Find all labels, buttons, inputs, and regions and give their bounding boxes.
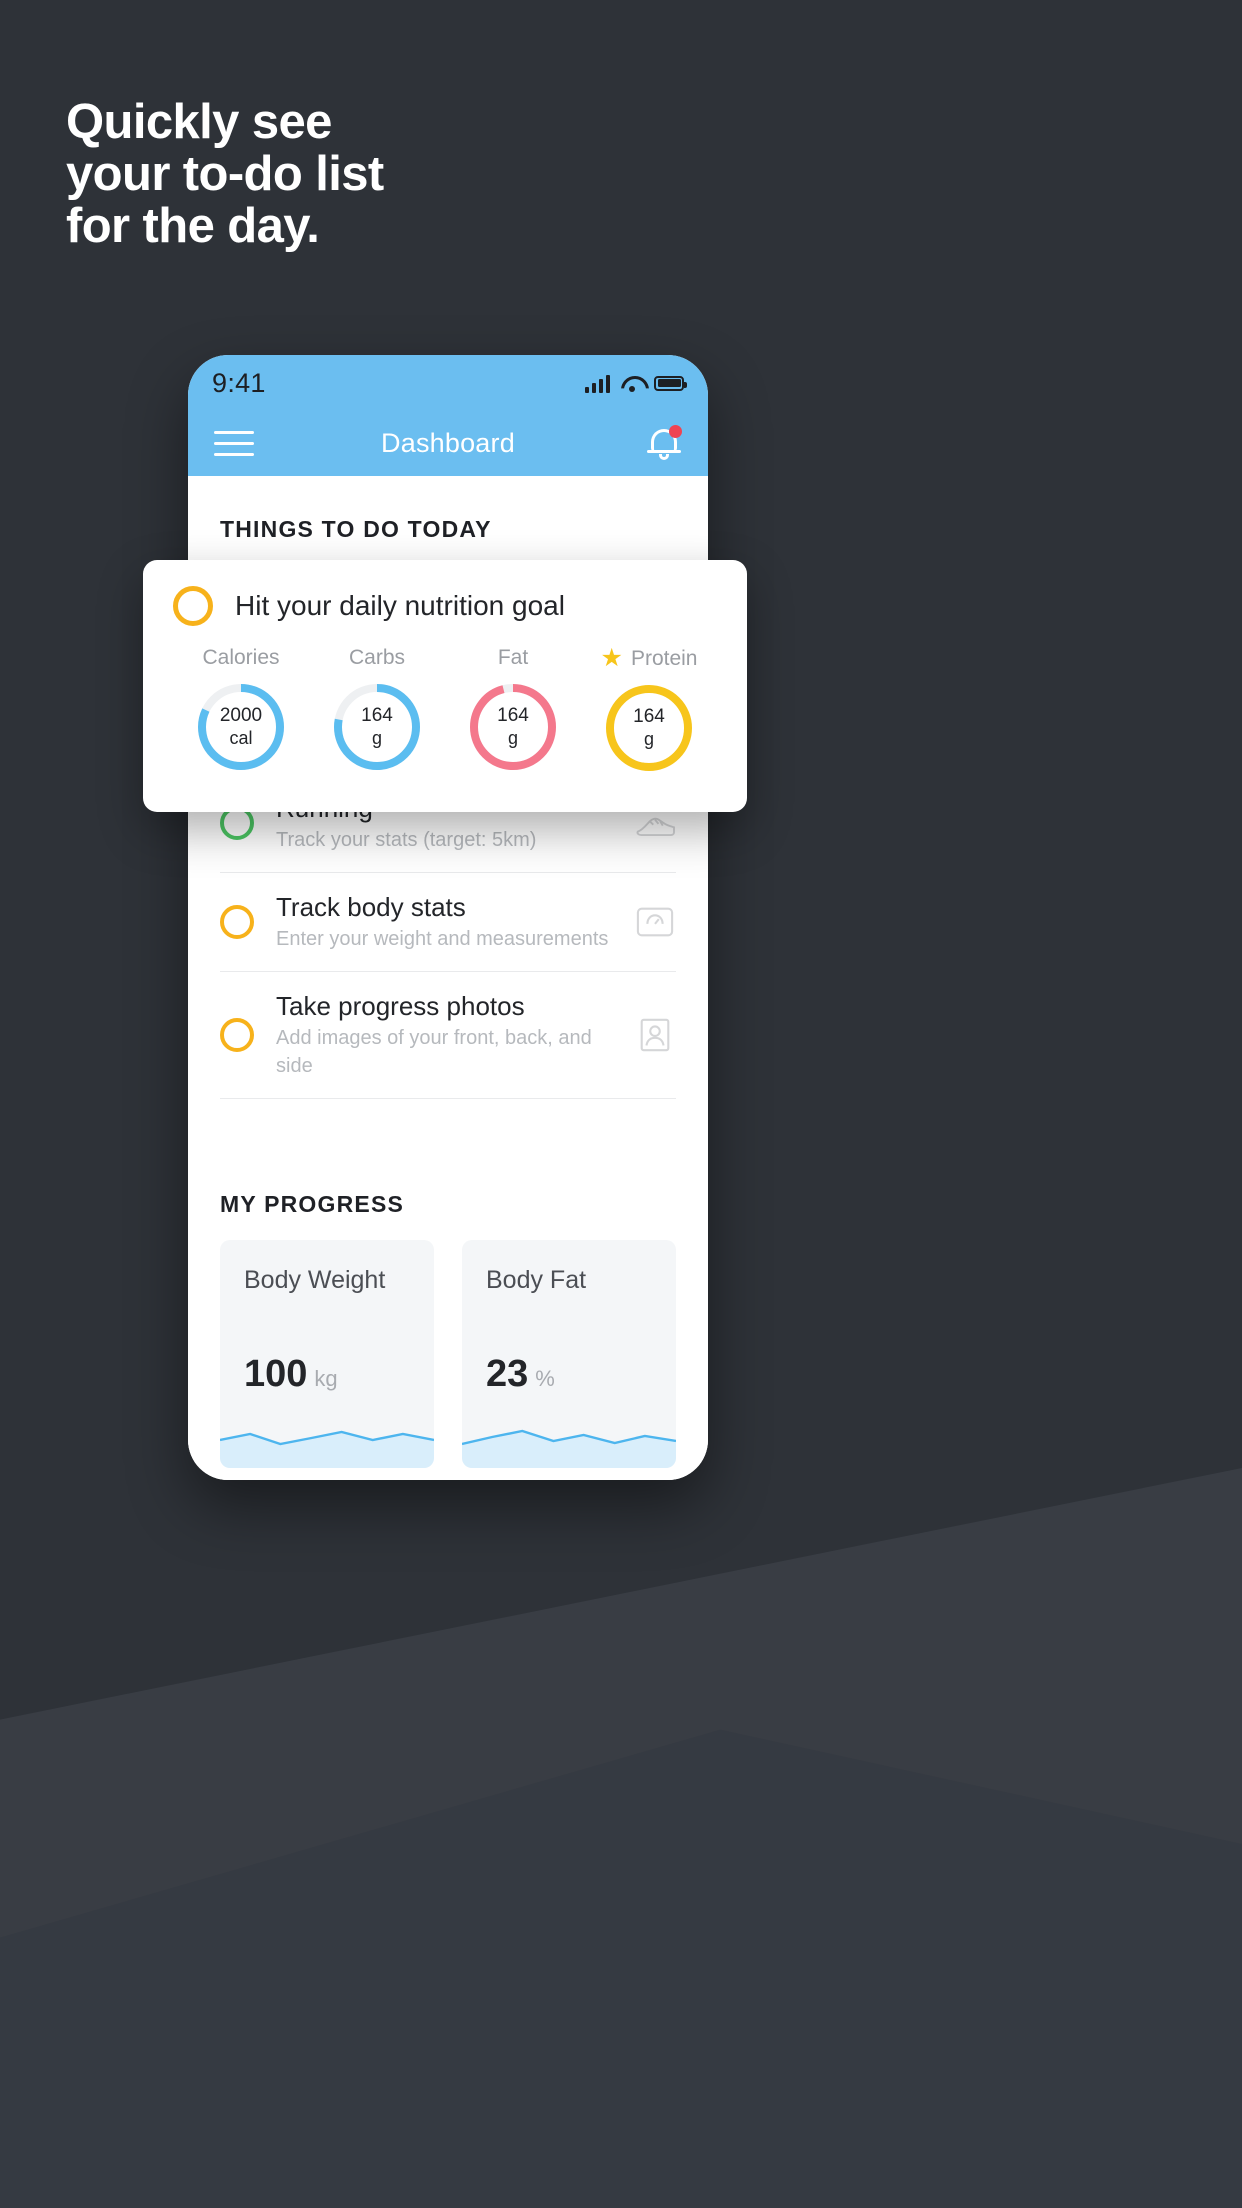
sparkline-chart <box>220 1410 434 1468</box>
macro-label: Calories <box>202 646 279 670</box>
macro-protein[interactable]: ★ Protein 164 g <box>581 646 717 775</box>
card-value: 23% <box>486 1353 555 1396</box>
sparkline-chart <box>462 1410 676 1468</box>
macro-label-text: Fat <box>497 646 529 669</box>
marketing-headline: Quickly see your to-do list for the day. <box>66 96 766 252</box>
macro-label-text: Carbs <box>348 646 406 669</box>
macro-label-text: Protein <box>630 646 698 670</box>
wifi-icon <box>621 375 643 392</box>
macro-value-unit: g <box>643 729 654 749</box>
headline-line-3: for the day. <box>66 199 320 253</box>
task-title: Take progress photos <box>276 991 525 1021</box>
card-title: Body Fat <box>486 1266 587 1294</box>
macro-value: 164 g <box>602 681 696 775</box>
task-subtitle: Enter your weight and measurements <box>276 928 609 950</box>
progress-section: MY PROGRESS Body Weight 100 kg Body Fat … <box>188 1191 708 1480</box>
macro-label: ★ Protein <box>601 646 698 671</box>
nutrition-goal-card[interactable]: Hit your daily nutrition goal Calories 2… <box>143 560 747 812</box>
section-heading-todo: THINGS TO DO TODAY <box>220 516 492 542</box>
macro-value: 164 g <box>466 680 560 774</box>
task-subtitle: Add images of your front, back, and side <box>276 1027 592 1077</box>
card-value: 100 kg <box>244 1353 338 1396</box>
checkbox-ring-icon[interactable] <box>220 905 254 939</box>
macro-value-number: 2000 <box>219 705 263 726</box>
macro-carbs[interactable]: Carbs 164 g <box>309 646 445 775</box>
task-title: Track body stats <box>276 892 466 922</box>
status-bar-clock: 9:41 <box>212 367 266 398</box>
progress-card-row: Body Weight 100 kg Body Fat 23% <box>220 1240 676 1468</box>
nutrition-card-header: Hit your daily nutrition goal <box>173 586 717 626</box>
task-row-take-progress-photos[interactable]: Take progress photos Add images of your … <box>220 972 676 1099</box>
macro-donut-calories: 2000 cal <box>194 680 288 774</box>
checkbox-ring-icon[interactable] <box>220 1018 254 1052</box>
headline-line-1: Quickly see <box>66 95 332 149</box>
signal-bars-icon <box>585 374 610 393</box>
nutrition-card-title: Hit your daily nutrition goal <box>235 590 565 621</box>
macro-label-text: Calories <box>202 646 280 669</box>
card-value-number: 100 <box>244 1353 308 1395</box>
phone-mockup: 9:41 Dashboard THINGS TO DO TODAY Runnin… <box>188 355 708 1480</box>
macro-value-number: 164 <box>633 706 665 727</box>
macro-value: 2000 cal <box>194 680 288 774</box>
card-value-number: 23 <box>486 1353 529 1395</box>
macro-donut-fat: 164 g <box>466 680 560 774</box>
progress-card-body-fat[interactable]: Body Fat 23% <box>462 1240 676 1468</box>
page-title: Dashboard <box>381 428 515 458</box>
macro-ring-row: Calories 2000 cal Carbs 164 g Fat 164 g … <box>173 646 717 775</box>
macro-label: Fat <box>498 646 528 670</box>
progress-card-body-weight[interactable]: Body Weight 100 kg <box>220 1240 434 1468</box>
macro-fat[interactable]: Fat 164 g <box>445 646 581 775</box>
portrait-photo-icon <box>634 1016 676 1054</box>
macro-calories[interactable]: Calories 2000 cal <box>173 646 309 775</box>
macro-value-number: 164 <box>497 705 529 726</box>
notification-badge <box>669 424 682 438</box>
macro-value: 164 g <box>330 680 424 774</box>
battery-full-icon <box>654 375 687 391</box>
card-title: Body Weight <box>244 1266 386 1294</box>
macro-label: Carbs <box>349 646 405 670</box>
macro-value-unit: g <box>507 728 518 748</box>
star-icon: ★ <box>600 644 623 672</box>
macro-donut-protein: 164 g <box>602 681 696 775</box>
checkbox-ring-icon[interactable] <box>173 586 213 626</box>
card-value-unit: kg <box>314 1366 338 1391</box>
macro-donut-carbs: 164 g <box>330 680 424 774</box>
task-text: Take progress photos Add images of your … <box>276 990 612 1080</box>
macro-value-number: 164 <box>361 705 393 726</box>
card-value-unit: % <box>535 1366 555 1391</box>
task-text: Track body stats Enter your weight and m… <box>276 891 612 953</box>
macro-value-unit: cal <box>229 728 253 748</box>
task-row-track-body-stats[interactable]: Track body stats Enter your weight and m… <box>220 873 676 972</box>
headline-line-2: your to-do list <box>66 147 384 201</box>
scale-icon <box>634 903 676 941</box>
notification-bell-icon[interactable] <box>646 424 682 463</box>
section-heading-progress: MY PROGRESS <box>220 1191 405 1217</box>
app-bar: Dashboard <box>188 411 708 476</box>
task-subtitle: Track your stats (target: 5km) <box>276 829 537 851</box>
todo-task-list: Running Track your stats (target: 5km) T… <box>188 773 708 1099</box>
status-bar: 9:41 <box>188 355 708 411</box>
macro-value-unit: g <box>371 728 382 748</box>
status-bar-icons <box>585 374 687 393</box>
